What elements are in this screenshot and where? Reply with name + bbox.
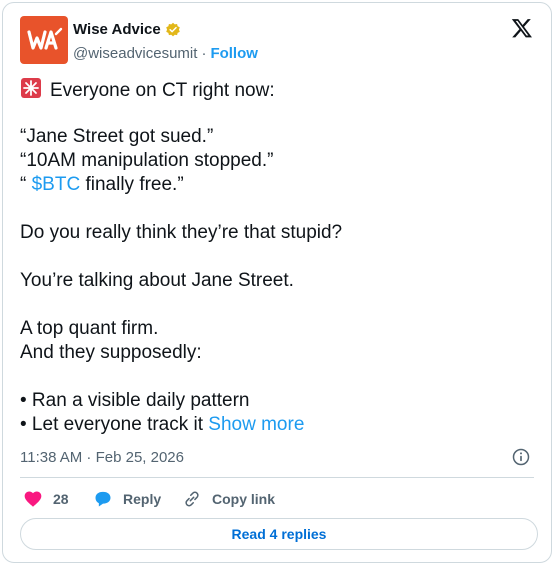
author-name-row: Wise Advice (73, 21, 181, 38)
show-more-link[interactable]: Show more (208, 414, 304, 435)
tweet-line: A top quant firm. (20, 318, 159, 339)
read-replies-button[interactable]: Read 4 replies (20, 518, 538, 550)
like-button[interactable]: 28 (23, 489, 93, 509)
avatar[interactable] (20, 16, 68, 64)
tweet-line-btc: “ $BTC finally free.” (20, 174, 184, 195)
cashtag-btc[interactable]: $BTC (32, 174, 81, 195)
wise-advice-logo-icon (27, 27, 63, 50)
tweet-line: “10AM manipulation stopped.” (20, 150, 274, 171)
tweet-card: Wise Advice @wiseadvicesumit · Follow Ev… (2, 2, 552, 563)
x-logo-icon[interactable] (511, 17, 533, 39)
tweet-line: • Let everyone track it Show more (20, 414, 305, 435)
tweet-timestamp[interactable]: 11:38 AM · Feb 25, 2026 (20, 449, 184, 466)
link-icon (185, 491, 199, 507)
siren-icon (21, 78, 41, 98)
tweet-line: Do you really think they’re that stupid? (20, 222, 343, 243)
tweet-line: And they supposedly: (20, 342, 202, 363)
copy-link-button[interactable]: Copy link (182, 489, 275, 509)
like-count: 28 (53, 491, 69, 507)
reply-bubble-icon (95, 491, 111, 507)
tweet-text: Everyone on CT right now: “Jane Street g… (20, 77, 535, 437)
handle-separator: · (201, 45, 207, 62)
action-bar: 28 Reply Copy link (23, 487, 275, 511)
copy-link-label: Copy link (212, 491, 276, 507)
tweet-line: You’re talking about Jane Street. (20, 270, 294, 291)
handle-row: @wiseadvicesumit · Follow (73, 45, 258, 62)
tweet-line: Everyone on CT right now: (20, 77, 535, 101)
follow-button[interactable]: Follow (210, 45, 258, 62)
divider (20, 477, 534, 478)
reply-button[interactable]: Reply (93, 489, 182, 509)
reply-label: Reply (123, 491, 162, 507)
verified-badge-icon (165, 22, 180, 36)
tweet-line: “Jane Street got sued.” (20, 126, 214, 147)
info-icon[interactable] (511, 447, 531, 467)
heart-icon (24, 491, 42, 507)
author-handle[interactable]: @wiseadvicesumit (73, 45, 197, 62)
author-name[interactable]: Wise Advice (73, 21, 161, 38)
tweet-line: • Ran a visible daily pattern (20, 390, 250, 411)
